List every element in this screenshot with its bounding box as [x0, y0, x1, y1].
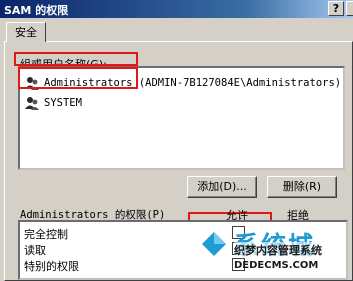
- perm-row-special: 特别的权限: [24, 260, 79, 273]
- perm-row-read: 读取: [24, 244, 46, 257]
- list-item-system[interactable]: SYSTEM: [24, 94, 82, 112]
- window-title: SAM 的权限: [4, 4, 69, 17]
- title-bar: SAM 的权限: [0, 0, 353, 18]
- list-item-label: SYSTEM: [44, 97, 82, 109]
- perm-row-full-control: 完全控制: [24, 228, 68, 241]
- user-group-icon: [24, 95, 40, 111]
- add-button[interactable]: 添加(D)...: [187, 176, 257, 198]
- watermark-logo: 系统城 织梦内容管理系统 DEDECMS.COM: [192, 212, 353, 274]
- close-button[interactable]: [346, 1, 353, 16]
- watermark-url: DEDECMS.COM: [234, 260, 319, 271]
- watermark-icon: [198, 228, 230, 260]
- highlight-box-administrators: [18, 67, 138, 89]
- remove-button[interactable]: 删除(R): [267, 176, 337, 198]
- tab-security[interactable]: 安全: [6, 22, 46, 42]
- highlight-box-group-label: [14, 52, 138, 66]
- help-button[interactable]: ?: [328, 1, 344, 16]
- watermark-subtitle: 织梦内容管理系统: [234, 242, 322, 258]
